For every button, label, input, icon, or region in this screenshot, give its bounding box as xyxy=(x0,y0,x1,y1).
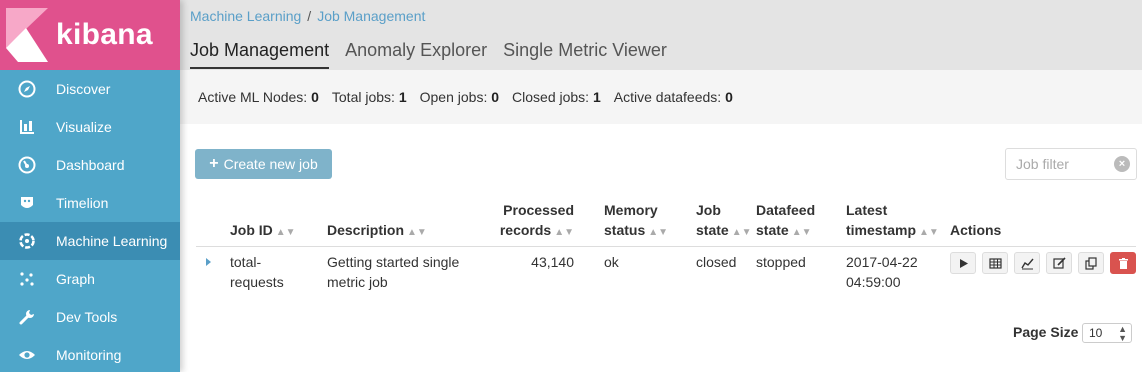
sidebar-item-monitoring[interactable]: Monitoring xyxy=(0,336,180,372)
create-new-job-button[interactable]: + Create new job xyxy=(195,149,332,179)
edit-job-button[interactable] xyxy=(1046,252,1072,274)
page-size-value: 10 xyxy=(1089,326,1103,340)
sidebar-item-dev-tools[interactable]: Dev Tools xyxy=(0,298,180,336)
single-metric-viewer-button[interactable] xyxy=(1014,252,1040,274)
create-new-job-label: Create new job xyxy=(223,156,318,172)
delete-job-button[interactable] xyxy=(1110,252,1136,274)
stat-active-ml-nodes: Active ML Nodes: 0 xyxy=(198,89,319,105)
sidebar-item-label: Visualize xyxy=(56,119,112,135)
job-filter[interactable]: × xyxy=(1005,148,1137,180)
clear-filter-icon[interactable]: × xyxy=(1114,156,1130,172)
sort-icon: ▲▼ xyxy=(791,227,812,238)
sidebar: kibana Discover Visualize Dashboard Time… xyxy=(0,0,180,372)
sort-icon: ▲▼ xyxy=(648,227,669,238)
breadcrumb-current-link[interactable]: Job Management xyxy=(317,8,425,24)
breadcrumb: Machine Learning / Job Management xyxy=(190,8,425,24)
clone-job-button[interactable] xyxy=(1078,252,1104,274)
column-header-job-state[interactable]: Job state ▲▼ xyxy=(696,200,751,243)
breadcrumb-separator: / xyxy=(307,8,312,24)
sidebar-item-machine-learning[interactable]: Machine Learning xyxy=(0,222,180,260)
sidebar-item-label: Dev Tools xyxy=(56,309,118,325)
cell-memory-status: ok xyxy=(604,254,619,270)
start-datafeed-button[interactable] xyxy=(950,252,976,274)
sidebar-item-label: Discover xyxy=(56,81,111,97)
select-arrows-icon: ▲ ▼ xyxy=(1118,324,1127,343)
sort-icon: ▲▼ xyxy=(919,227,939,238)
sidebar-item-label: Graph xyxy=(56,271,95,287)
clone-icon xyxy=(1084,256,1097,270)
delete-icon xyxy=(1118,257,1128,269)
sidebar-item-visualize[interactable]: Visualize xyxy=(0,108,180,146)
play-icon xyxy=(959,258,968,268)
sort-icon: ▲▼ xyxy=(554,227,574,238)
page-size-label: Page Size xyxy=(1013,324,1079,340)
column-header-actions: Actions xyxy=(950,222,1002,238)
column-header-datafeed-state[interactable]: Datafeed state ▲▼ xyxy=(756,200,815,243)
tab-bar: Job Management Anomaly Explorer Single M… xyxy=(190,40,683,69)
sort-icon: ▲▼ xyxy=(275,227,296,238)
kibana-logo[interactable]: kibana xyxy=(0,0,180,70)
kibana-logo-text: kibana xyxy=(56,18,153,51)
jobs-stats-bar: Active ML Nodes: 0 Total jobs: 1 Open jo… xyxy=(180,70,1142,124)
cell-processed-records: 43,140 xyxy=(531,254,574,270)
cell-job-id: total-requests xyxy=(230,254,284,290)
wrench-icon xyxy=(16,306,38,328)
sidebar-item-discover[interactable]: Discover xyxy=(0,70,180,108)
page-header: Machine Learning / Job Management Job Mana… xyxy=(180,0,1142,70)
job-filter-input[interactable] xyxy=(1016,149,1116,179)
column-header-description[interactable]: Description ▲▼ xyxy=(327,220,427,243)
bar-chart-icon xyxy=(16,116,38,138)
timelion-icon xyxy=(16,192,38,214)
sidebar-item-label: Timelion xyxy=(56,195,109,211)
machine-learning-icon xyxy=(16,230,38,252)
plus-icon: + xyxy=(209,155,219,172)
stat-total-jobs: Total jobs: 1 xyxy=(331,89,407,105)
expand-row-icon[interactable] xyxy=(206,258,211,266)
graph-icon xyxy=(16,268,38,290)
line-chart-icon xyxy=(1020,258,1034,269)
sidebar-item-label: Dashboard xyxy=(56,157,125,173)
sidebar-item-graph[interactable]: Graph xyxy=(0,260,180,298)
cell-job-state: closed xyxy=(696,254,737,270)
tab-single-metric-viewer[interactable]: Single Metric Viewer xyxy=(503,40,667,69)
column-header-processed-records[interactable]: Processed records ▲▼ xyxy=(490,200,574,243)
stat-active-datafeeds: Active datafeeds: 0 xyxy=(613,89,733,105)
edit-icon xyxy=(1052,256,1066,269)
tab-job-management[interactable]: Job Management xyxy=(190,40,330,69)
dashboard-icon xyxy=(16,154,38,176)
compass-icon xyxy=(16,78,38,100)
breadcrumb-root-link[interactable]: Machine Learning xyxy=(190,8,301,24)
row-actions xyxy=(950,252,1142,274)
sidebar-item-label: Monitoring xyxy=(56,347,122,363)
sidebar-item-dashboard[interactable]: Dashboard xyxy=(0,146,180,184)
cell-description: Getting started single metric job xyxy=(327,254,460,290)
eye-icon xyxy=(16,344,38,366)
column-header-memory-status[interactable]: Memory status ▲▼ xyxy=(604,200,668,243)
sort-icon: ▲▼ xyxy=(731,227,752,238)
view-results-button[interactable] xyxy=(982,252,1008,274)
sidebar-item-timelion[interactable]: Timelion xyxy=(0,184,180,222)
table-header-divider xyxy=(196,246,1136,247)
tab-anomaly-explorer[interactable]: Anomaly Explorer xyxy=(345,40,487,69)
column-header-latest-timestamp[interactable]: Latest timestamp ▲▼ xyxy=(846,200,939,243)
sidebar-item-label: Machine Learning xyxy=(56,233,168,249)
table-icon xyxy=(988,257,1002,269)
sort-icon: ▲▼ xyxy=(407,227,427,238)
stat-closed-jobs: Closed jobs: 1 xyxy=(512,89,601,105)
kibana-logo-icon xyxy=(6,8,48,62)
stat-open-jobs: Open jobs: 0 xyxy=(419,89,500,105)
page-size-select[interactable]: 10 ▲ ▼ xyxy=(1082,323,1132,343)
cell-latest-timestamp: 2017-04-22 04:59:00 xyxy=(846,254,918,290)
column-header-job-id[interactable]: Job ID ▲▼ xyxy=(230,220,296,243)
cell-datafeed-state: stopped xyxy=(756,254,806,270)
